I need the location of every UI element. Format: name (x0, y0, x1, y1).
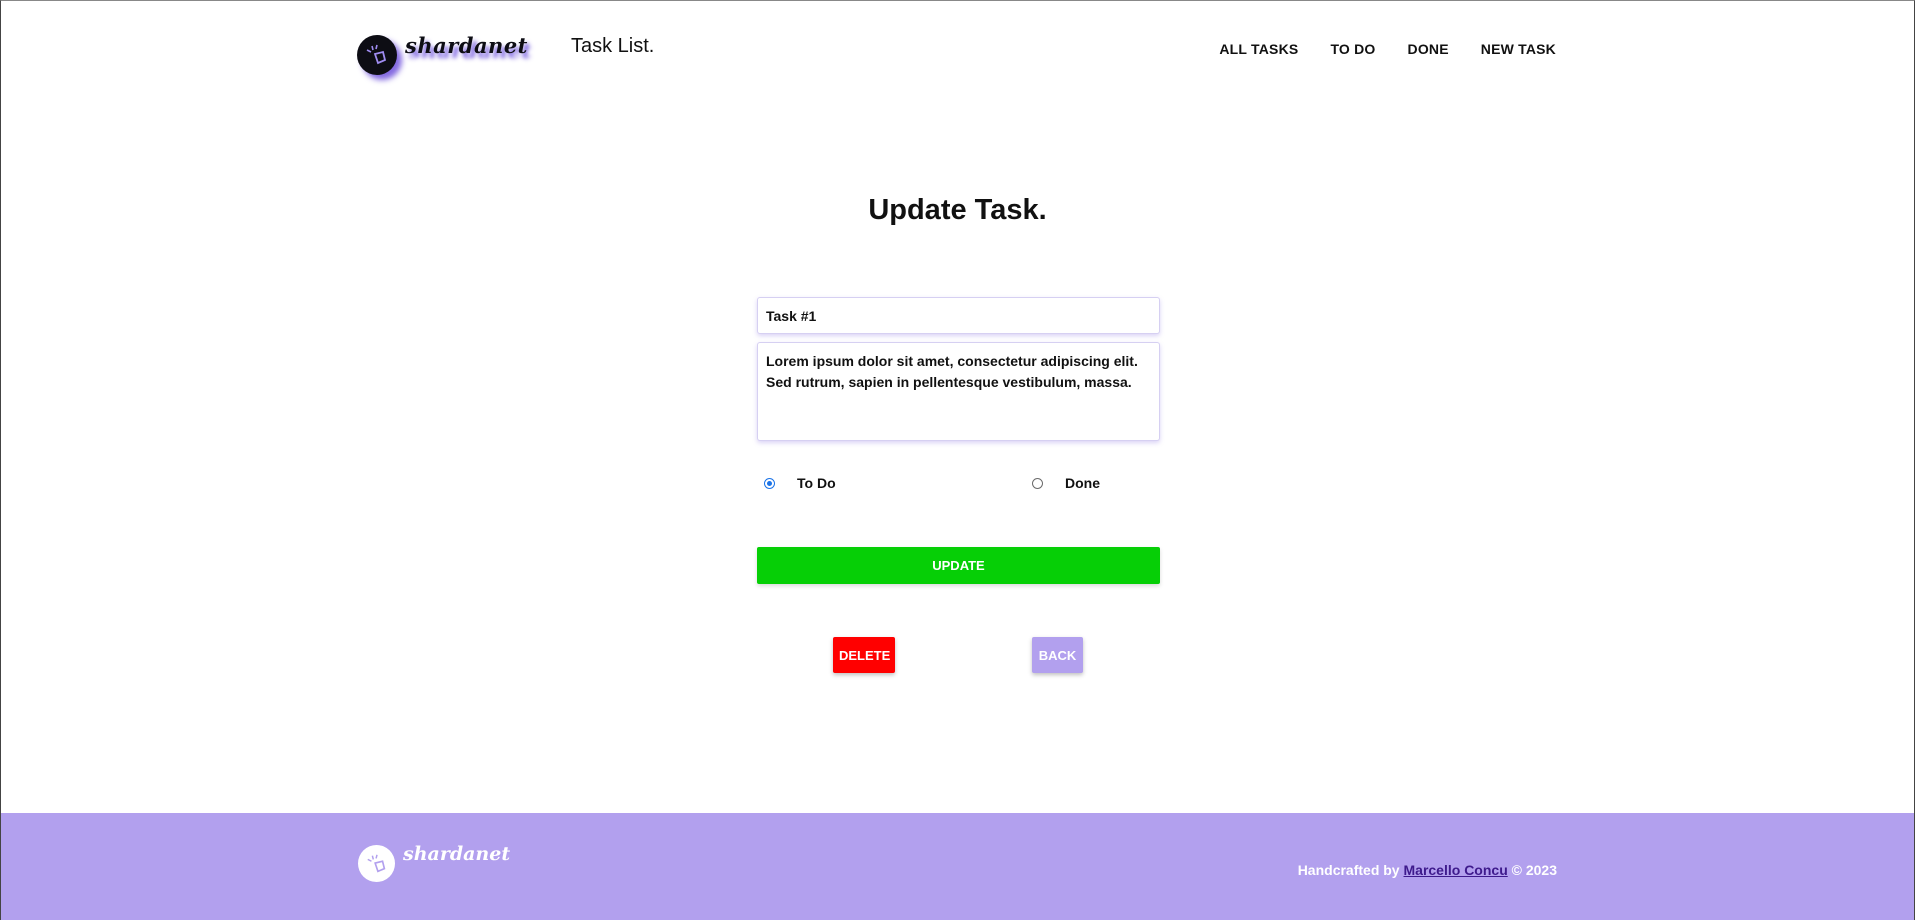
site-footer: shardanet Handcrafted by Marcello Concu … (1, 813, 1914, 920)
radio-checked-icon[interactable] (764, 477, 775, 489)
back-button[interactable]: BACK (1032, 637, 1083, 673)
delete-button[interactable]: DELETE (833, 637, 895, 673)
nav-done[interactable]: DONE (1408, 41, 1449, 57)
footer-credit: Handcrafted by Marcello Concu © 2023 (1298, 862, 1557, 878)
footer-logo-icon (358, 845, 395, 882)
status-radio-group: To Do Done (757, 475, 1160, 495)
credit-suffix: © 2023 (1507, 862, 1557, 878)
nav-to-do[interactable]: TO DO (1330, 41, 1375, 57)
logo[interactable]: shardanet (357, 33, 527, 78)
app-title: Task List. (571, 35, 655, 57)
nav-all-tasks[interactable]: ALL TASKS (1219, 41, 1298, 57)
main-nav: ALL TASKS TO DO DONE NEW TASK (1219, 41, 1556, 57)
nav-new-task[interactable]: NEW TASK (1481, 41, 1556, 57)
author-link[interactable]: Marcello Concu (1404, 862, 1508, 878)
task-description-textarea[interactable]: Lorem ipsum dolor sit amet, consectetur … (757, 342, 1160, 441)
footer-logo-text: shardanet (403, 843, 511, 865)
status-option-todo[interactable]: To Do (764, 475, 836, 491)
task-title-input[interactable] (757, 297, 1160, 334)
credit-prefix: Handcrafted by (1297, 862, 1404, 878)
radio-unchecked-icon[interactable] (1032, 477, 1043, 489)
page-title: Update Task. (868, 194, 1047, 226)
shardanet-logo-icon (357, 35, 397, 75)
status-done-label: Done (1065, 475, 1100, 491)
update-task-form: Lorem ipsum dolor sit amet, consectetur … (757, 297, 1160, 584)
site-header: shardanet Task List. ALL TASKS TO DO DON… (1, 1, 1914, 101)
page: shardanet Task List. ALL TASKS TO DO DON… (0, 0, 1915, 920)
logo-text: shardanet (405, 33, 528, 58)
status-option-done[interactable]: Done (1032, 475, 1100, 491)
update-button[interactable]: UPDATE (757, 547, 1160, 584)
status-todo-label: To Do (797, 475, 836, 491)
